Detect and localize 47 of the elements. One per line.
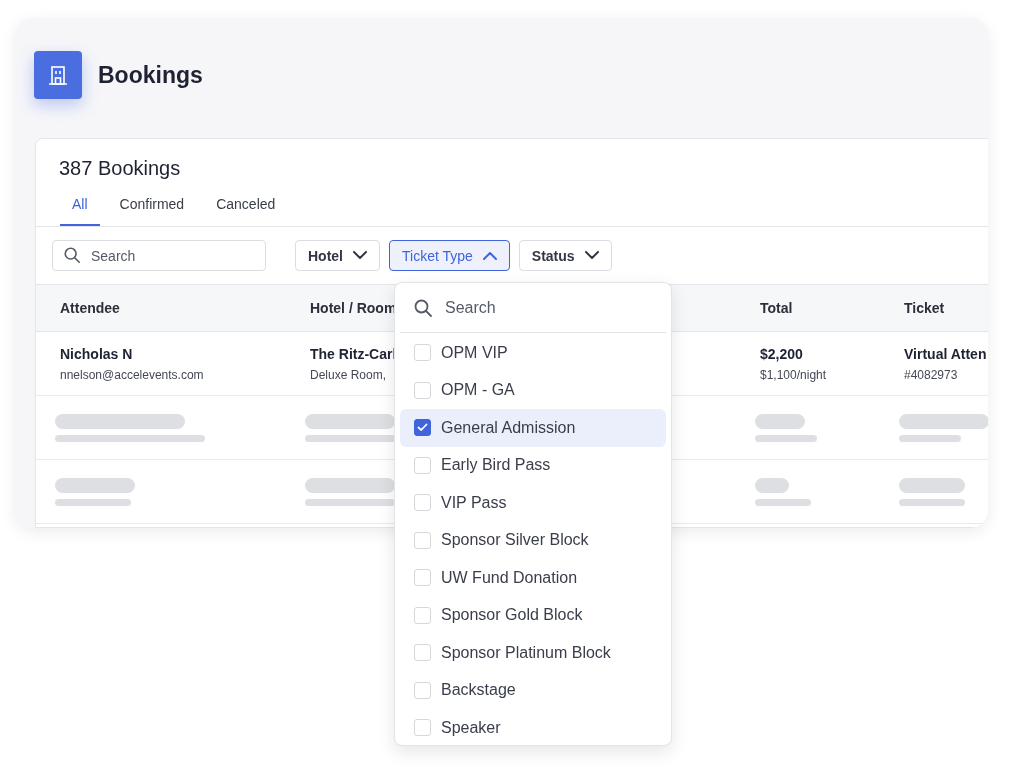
option-item[interactable]: OPM - GA xyxy=(400,371,666,409)
table-cell: $1,100/night xyxy=(760,367,827,382)
column-header: Ticket xyxy=(904,300,945,316)
option-item[interactable]: Speaker xyxy=(400,709,666,747)
option-item[interactable]: UW Fund Donation xyxy=(400,559,666,597)
table-cell: The Ritz-Carl xyxy=(310,345,397,362)
chevron-down-icon xyxy=(584,251,599,260)
table-cell: $2,200 xyxy=(760,345,803,362)
tab[interactable]: All xyxy=(60,192,100,226)
filter-dropdown[interactable]: Ticket Type xyxy=(389,240,510,271)
table-cell: #4082973 xyxy=(904,367,958,382)
option-item[interactable]: Early Bird Pass xyxy=(400,446,666,484)
skeleton-bar xyxy=(755,413,805,429)
search-field[interactable]: Search xyxy=(400,283,666,332)
page-title: Bookings xyxy=(98,61,203,89)
option-item[interactable]: Backstage xyxy=(400,671,666,709)
skeleton-bar xyxy=(899,434,961,442)
search-icon xyxy=(413,298,433,318)
table-cell: Virtual Atten xyxy=(904,345,987,362)
check-icon xyxy=(417,423,428,433)
chevron-up-icon xyxy=(482,251,497,260)
skeleton-bar xyxy=(755,477,789,493)
tab[interactable]: Canceled xyxy=(204,192,288,226)
bookings-count-title: 387 Bookings xyxy=(58,156,181,180)
option-item[interactable]: Sponsor Silver Block xyxy=(400,521,666,559)
checkbox[interactable] xyxy=(414,419,431,437)
search-icon xyxy=(63,246,81,264)
filter-dropdown[interactable]: Status xyxy=(518,240,612,271)
option-item[interactable]: OPM VIP xyxy=(400,334,666,372)
skeleton-bar xyxy=(899,498,965,506)
hotel-icon xyxy=(34,51,82,99)
column-header: Attendee xyxy=(60,300,120,316)
option-item[interactable]: General Admission xyxy=(400,409,666,447)
search-field[interactable]: Search xyxy=(52,240,266,271)
option-item[interactable]: VIP Pass xyxy=(400,484,666,522)
skeleton-bar xyxy=(755,498,811,506)
skeleton-bar xyxy=(899,477,965,493)
table-cell: nnelson@accelevents.com xyxy=(60,367,204,382)
tab[interactable]: Confirmed xyxy=(107,192,197,226)
chevron-down-icon xyxy=(353,251,367,260)
filter-dropdown[interactable]: Hotel xyxy=(295,240,380,271)
skeleton-bar xyxy=(755,434,817,442)
option-item[interactable]: Sponsor Gold Block xyxy=(400,596,666,634)
table-cell: Nicholas N xyxy=(60,345,133,362)
option-item[interactable]: Sponsor Platinum Block xyxy=(400,634,666,672)
table-cell: Deluxe Room, xyxy=(310,367,387,382)
column-header: Total xyxy=(760,300,793,316)
